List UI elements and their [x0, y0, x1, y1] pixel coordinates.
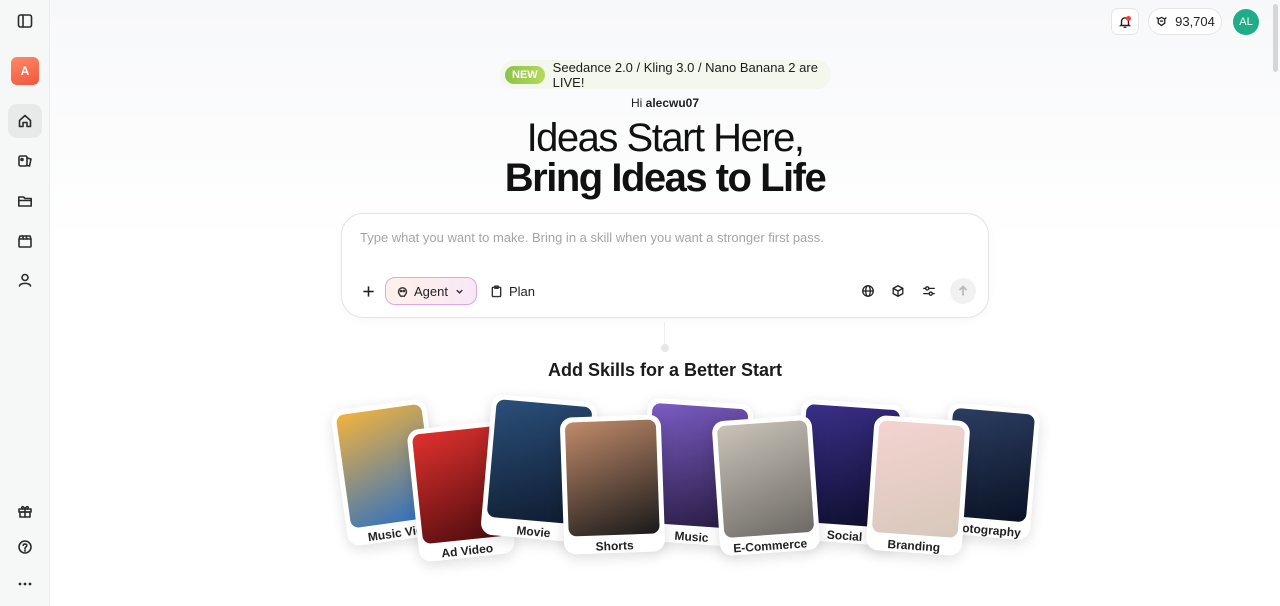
workspace-avatar[interactable]: A — [11, 57, 39, 85]
skill-card-e-commerce[interactable]: E-Commerce — [711, 414, 821, 557]
agent-mode-label: Agent — [414, 283, 448, 299]
sidebar-item-clapperboard[interactable] — [8, 224, 42, 258]
sliders-icon — [923, 286, 935, 296]
gift-icon — [18, 505, 32, 518]
scrollbar[interactable] — [1273, 4, 1278, 72]
plan-button[interactable]: Plan — [490, 277, 535, 305]
skill-card-label: Shorts — [595, 538, 634, 554]
skill-card-branding[interactable]: Branding — [865, 414, 971, 557]
skill-card-label: E-Commerce — [732, 536, 808, 556]
plan-label: Plan — [509, 283, 536, 299]
connector-dot — [661, 344, 669, 352]
credits-icon — [1156, 16, 1167, 27]
clapperboard-icon — [18, 235, 32, 248]
prompt-box: Agent Plan — [341, 213, 989, 318]
announcement-banner[interactable]: NEW Seedance 2.0 / Kling 3.0 / Nano Bana… — [500, 59, 831, 90]
send-button[interactable] — [950, 278, 976, 304]
agent-icon — [397, 286, 408, 297]
chevron-down-icon — [456, 289, 463, 294]
user-avatar[interactable]: AL — [1233, 9, 1259, 35]
skills-title: Add Skills for a Better Start — [547, 360, 783, 380]
credits-count: 93,704 — [1175, 14, 1215, 29]
credits-badge[interactable]: 93,704 — [1148, 8, 1222, 35]
sidebar-item-help[interactable] — [8, 530, 42, 564]
user-icon — [18, 273, 32, 287]
plus-icon — [362, 285, 374, 297]
clipboard-icon — [491, 284, 502, 297]
cube-icon — [892, 285, 904, 297]
skill-card-shorts[interactable]: Shorts — [559, 414, 666, 555]
more-icon — [18, 582, 32, 586]
greeting-prefix: Hi — [630, 96, 643, 110]
greeting: Hi alecwu07 — [0, 96, 1280, 110]
greeting-username: alecwu07 — [645, 96, 700, 110]
3d-model-button[interactable] — [888, 281, 908, 301]
web-search-button[interactable] — [858, 281, 878, 301]
notification-dot — [1126, 16, 1131, 21]
sidebar: A — [0, 0, 50, 606]
connector-line — [664, 322, 665, 346]
hero-title-line1: Ideas Start Here, — [526, 116, 805, 160]
shorts-thumbnail — [564, 419, 660, 537]
help-icon — [18, 540, 32, 554]
branding-thumbnail — [871, 420, 966, 538]
new-badge: NEW — [505, 65, 545, 84]
notifications-button[interactable] — [1111, 8, 1139, 35]
arrow-up-icon — [958, 285, 968, 296]
agent-mode-button[interactable]: Agent — [385, 277, 477, 305]
sidebar-item-more[interactable] — [8, 567, 42, 601]
skill-card-label: Branding — [887, 537, 941, 555]
hero-title-line2: Bring Ideas to Life — [504, 156, 827, 200]
sidebar-toggle-icon[interactable] — [8, 4, 42, 38]
sidebar-item-profile[interactable] — [8, 263, 42, 297]
prompt-input[interactable] — [360, 230, 960, 245]
globe-icon — [862, 285, 874, 297]
sidebar-item-gift[interactable] — [8, 494, 42, 528]
settings-button[interactable] — [919, 281, 939, 301]
add-attachment-button[interactable] — [359, 282, 377, 300]
e-commerce-thumbnail — [716, 420, 815, 539]
announcement-text: Seedance 2.0 / Kling 3.0 / Nano Banana 2… — [552, 59, 818, 90]
